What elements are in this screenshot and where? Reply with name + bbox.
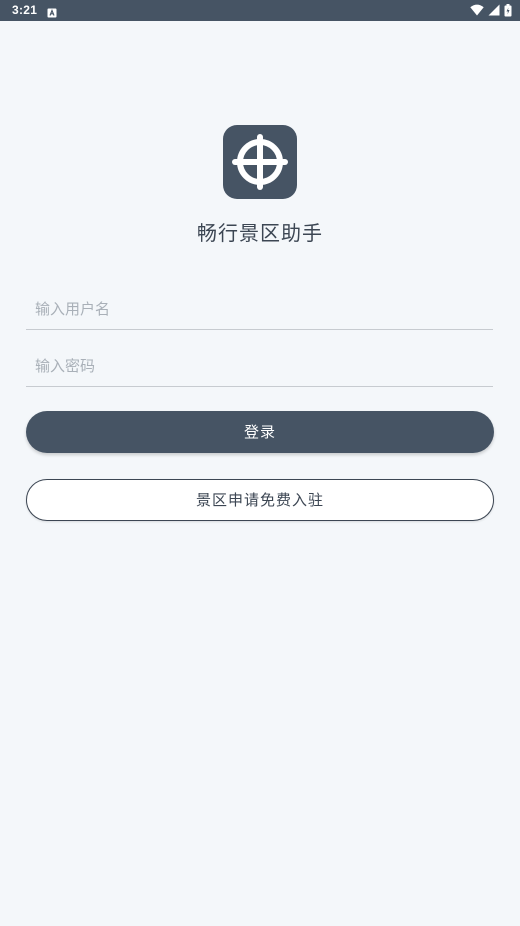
- apply-free-entry-button[interactable]: 景区申请免费入驻: [26, 479, 494, 521]
- login-button[interactable]: 登录: [26, 411, 494, 453]
- username-input[interactable]: [26, 289, 493, 329]
- status-icons: [470, 3, 512, 17]
- battery-icon: [504, 3, 512, 17]
- wifi-icon: [470, 4, 484, 16]
- status-bar: 3:21: [0, 0, 520, 21]
- signal-icon: [488, 4, 500, 16]
- username-field[interactable]: [26, 289, 493, 330]
- notification-icon: [47, 5, 57, 18]
- password-field[interactable]: [26, 346, 493, 387]
- app-title: 畅行景区助手: [197, 221, 323, 245]
- app-logo-icon: [223, 125, 297, 199]
- status-time: 3:21: [12, 3, 38, 17]
- password-input[interactable]: [26, 346, 493, 386]
